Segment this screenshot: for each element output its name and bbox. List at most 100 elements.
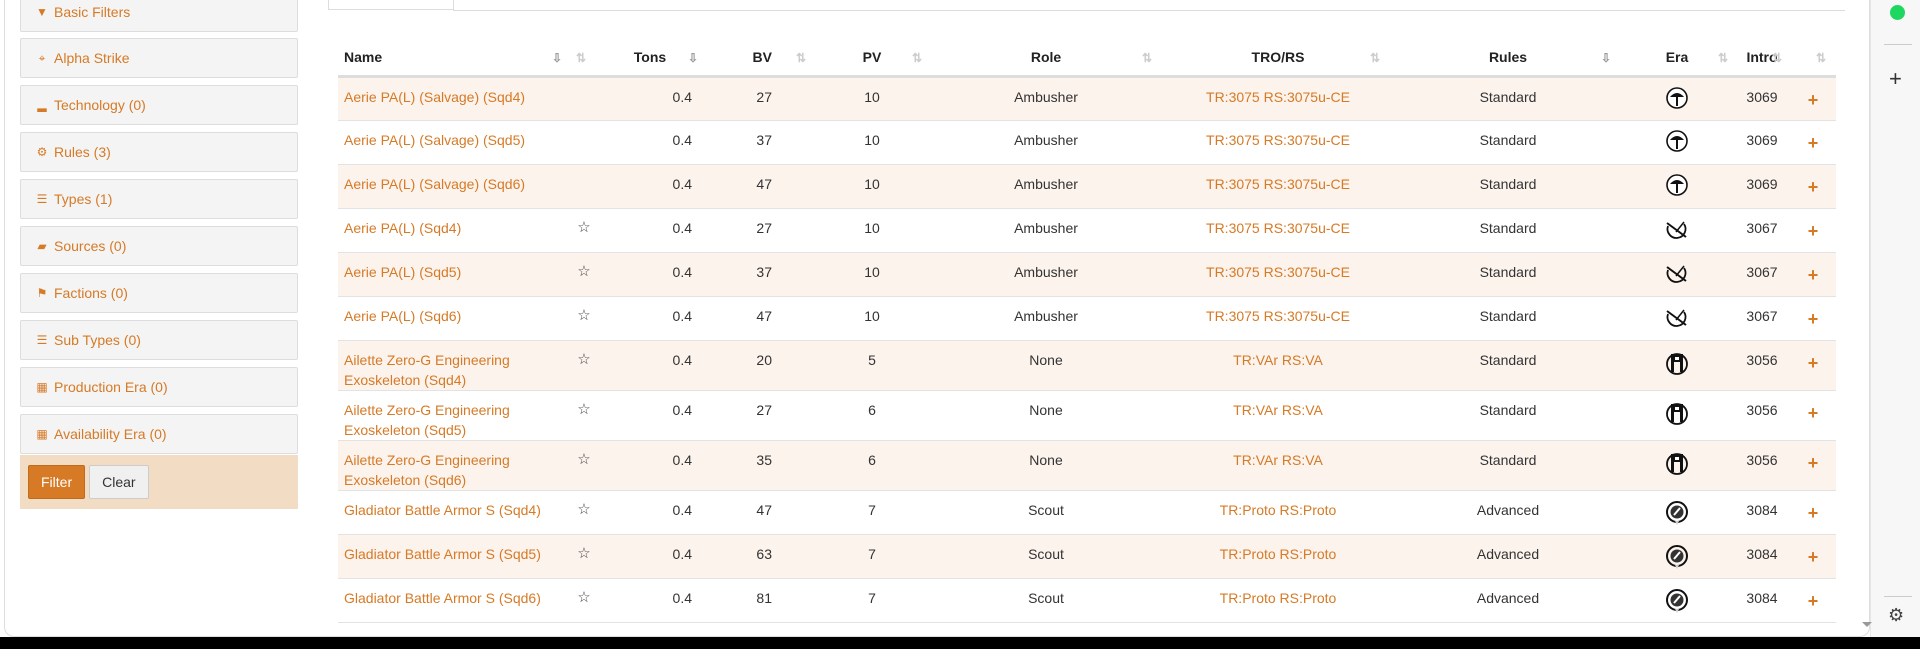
favorite-star-icon[interactable]: ☆ [568, 208, 600, 253]
unit-name-link[interactable]: Ailette Zero-G Engineering Exoskeleton (… [338, 440, 568, 491]
spotify-icon[interactable] [1890, 5, 1905, 20]
add-unit-plus-icon[interactable]: + [1790, 390, 1836, 441]
tons-cell: 0.4 [600, 578, 700, 623]
col-era[interactable]: Era ⇅ [1620, 40, 1734, 78]
filter-panel[interactable]: ▰ Sources (0) [20, 226, 298, 266]
add-unit-plus-icon[interactable]: + [1790, 296, 1836, 341]
table-row: Gladiator Battle Armor S (Sqd5) ☆ 0.4 63 7 Sc… [338, 534, 1836, 579]
bv-cell: 63 [700, 534, 812, 579]
add-icon[interactable]: + [1889, 66, 1902, 92]
add-unit-plus-icon[interactable]: + [1790, 164, 1836, 209]
add-unit-plus-icon[interactable]: + [1790, 534, 1836, 579]
favorite-star-icon[interactable] [568, 120, 600, 165]
filter-panel[interactable]: ▦ Production Era (0) [20, 367, 298, 407]
col-fav[interactable]: ⇅ [568, 40, 600, 78]
filter-panel-label: Technology (0) [54, 97, 146, 113]
filter-panel[interactable]: ⚙ Rules (3) [20, 132, 298, 172]
col-tons[interactable]: Tons ⇩ [600, 40, 700, 78]
sort-icon[interactable]: ⇅ [1772, 51, 1782, 65]
filter-button[interactable]: Filter [28, 465, 86, 499]
col-role[interactable]: Role ⇅ [932, 40, 1160, 78]
favorite-star-icon[interactable] [568, 164, 600, 209]
unit-name-link[interactable]: Ailette Zero-G Engineering Exoskeleton (… [338, 340, 568, 391]
col-tro[interactable]: TRO/RS ⇅ [1160, 40, 1396, 78]
active-tab[interactable] [328, 0, 454, 10]
sort-icon[interactable]: ⇅ [912, 51, 922, 65]
era-medal-icon [1620, 534, 1734, 579]
unit-name-link[interactable]: Aerie PA(L) (Sqd4) [338, 208, 568, 253]
favorite-star-icon[interactable]: ☆ [568, 340, 600, 391]
tro-rs-link[interactable]: TR:Proto RS:Proto [1160, 578, 1396, 623]
add-unit-plus-icon[interactable]: + [1790, 208, 1836, 253]
unit-name-link[interactable]: Gladiator Battle Armor S (Sqd5) [338, 534, 568, 579]
settings-gear-icon[interactable]: ⚙ [1888, 605, 1904, 626]
filter-panel[interactable]: ▦ Availability Era (0) [20, 414, 298, 454]
add-unit-plus-icon[interactable]: + [1790, 340, 1836, 391]
unit-name-link[interactable]: Aerie PA(L) (Sqd6) [338, 296, 568, 341]
sort-icon[interactable]: ⇅ [1370, 51, 1380, 65]
pv-cell: 7 [812, 534, 932, 579]
tro-rs-link[interactable]: TR:3075 RS:3075u-CE [1160, 120, 1396, 165]
tro-rs-link[interactable]: TR:Proto RS:Proto [1160, 490, 1396, 535]
favorite-star-icon[interactable]: ☆ [568, 440, 600, 491]
role-cell: None [932, 340, 1160, 391]
scroll-down-arrow[interactable] [1862, 622, 1872, 627]
tro-rs-link[interactable]: TR:VAr RS:VA [1160, 440, 1396, 491]
favorite-star-icon[interactable]: ☆ [568, 252, 600, 297]
col-name[interactable]: Name ⇩ [338, 40, 568, 78]
clear-button[interactable]: Clear [89, 465, 149, 499]
filter-panel[interactable]: ☰ Sub Types (0) [20, 320, 298, 360]
sort-desc-icon[interactable]: ⇩ [688, 51, 698, 65]
unit-name-link[interactable]: Aerie PA(L) (Salvage) (Sqd5) [338, 120, 568, 165]
tons-cell: 0.4 [600, 296, 700, 341]
add-unit-plus-icon[interactable]: + [1790, 120, 1836, 165]
tab-divider [453, 10, 1845, 11]
favorite-star-icon[interactable]: ☆ [568, 578, 600, 623]
favorite-star-icon[interactable]: ☆ [568, 390, 600, 441]
sidebar-divider [1884, 596, 1912, 597]
sort-desc-icon[interactable]: ⇩ [1601, 51, 1611, 65]
tro-rs-link[interactable]: TR:3075 RS:3075u-CE [1160, 252, 1396, 297]
sort-icon[interactable]: ⇅ [576, 51, 586, 65]
unit-name-link[interactable]: Aerie PA(L) (Salvage) (Sqd6) [338, 164, 568, 209]
sort-icon[interactable]: ⇅ [1142, 51, 1152, 65]
filter-panel[interactable]: ▼ Basic Filters [20, 0, 298, 32]
tro-rs-link[interactable]: TR:3075 RS:3075u-CE [1160, 296, 1396, 341]
tro-rs-link[interactable]: TR:3075 RS:3075u-CE [1160, 208, 1396, 253]
tro-rs-link[interactable]: TR:3075 RS:3075u-CE [1160, 76, 1396, 121]
unit-name-link[interactable]: Ailette Zero-G Engineering Exoskeleton (… [338, 390, 568, 441]
sort-icon[interactable]: ⇅ [1816, 51, 1826, 65]
filter-panel[interactable]: ☰ Types (1) [20, 179, 298, 219]
add-unit-plus-icon[interactable]: + [1790, 76, 1836, 121]
unit-name-link[interactable]: Gladiator Battle Armor S (Sqd6) [338, 578, 568, 623]
taskbar [0, 637, 1920, 649]
filter-panel[interactable]: ▂ Technology (0) [20, 85, 298, 125]
filter-actions: Filter Clear [20, 455, 298, 509]
sort-icon[interactable]: ⇅ [1718, 51, 1728, 65]
unit-name-link[interactable]: Aerie PA(L) (Salvage) (Sqd4) [338, 76, 568, 121]
col-add[interactable]: ⇅ [1790, 40, 1836, 78]
filter-panel[interactable]: ⌖ Alpha Strike [20, 38, 298, 78]
tro-rs-link[interactable]: TR:VAr RS:VA [1160, 340, 1396, 391]
favorite-star-icon[interactable]: ☆ [568, 296, 600, 341]
tro-rs-link[interactable]: TR:VAr RS:VA [1160, 390, 1396, 441]
filter-panel[interactable]: ⚑ Factions (0) [20, 273, 298, 313]
sort-icon[interactable]: ⇅ [796, 51, 806, 65]
col-intro[interactable]: Intro ⇅ [1734, 40, 1790, 78]
add-unit-plus-icon[interactable]: + [1790, 490, 1836, 535]
add-unit-plus-icon[interactable]: + [1790, 440, 1836, 491]
col-bv[interactable]: BV ⇅ [700, 40, 812, 78]
favorite-star-icon[interactable]: ☆ [568, 490, 600, 535]
add-unit-plus-icon[interactable]: + [1790, 252, 1836, 297]
unit-name-link[interactable]: Aerie PA(L) (Sqd5) [338, 252, 568, 297]
col-pv[interactable]: PV ⇅ [812, 40, 932, 78]
favorite-star-icon[interactable] [568, 76, 600, 121]
favorite-star-icon[interactable]: ☆ [568, 534, 600, 579]
sort-desc-icon[interactable]: ⇩ [552, 51, 562, 65]
add-unit-plus-icon[interactable]: + [1790, 578, 1836, 623]
bv-cell: 27 [700, 76, 812, 121]
tro-rs-link[interactable]: TR:Proto RS:Proto [1160, 534, 1396, 579]
col-rules[interactable]: Rules ⇩ [1396, 40, 1620, 78]
tro-rs-link[interactable]: TR:3075 RS:3075u-CE [1160, 164, 1396, 209]
unit-name-link[interactable]: Gladiator Battle Armor S (Sqd4) [338, 490, 568, 535]
